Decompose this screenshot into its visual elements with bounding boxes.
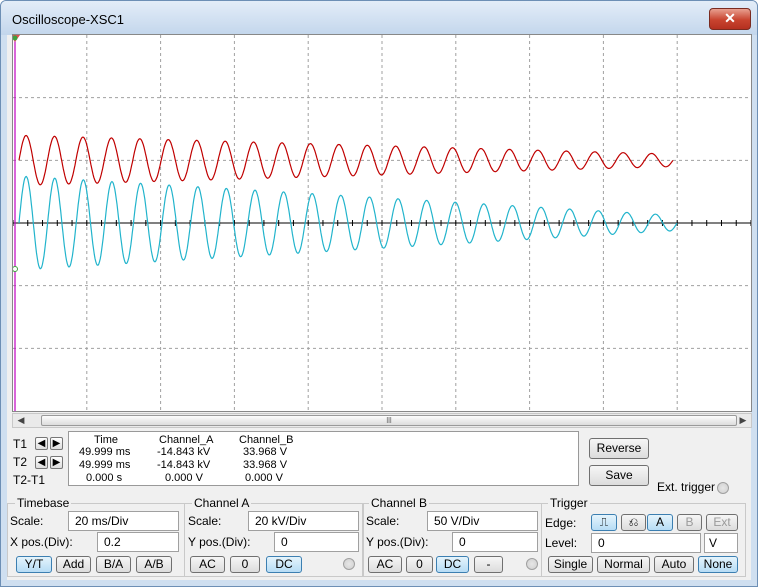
trigger-edge-label: Edge: <box>545 516 577 530</box>
readout-t2-channel-a: -14.843 kV <box>157 459 211 471</box>
channel-a-ypos-label: Y pos.(Div): <box>188 535 251 549</box>
channel-b-trigger-marker <box>13 266 18 272</box>
channel-b-indicator[interactable] <box>526 558 538 570</box>
measurement-readout: Time Channel_A Channel_B 49.999 ms -14.8… <box>68 431 579 486</box>
readout-t1-channel-a: -14.843 kV <box>157 446 211 458</box>
channel-b-ac-button[interactable]: AC <box>368 556 402 573</box>
channel-b-ypos-field[interactable]: 0 <box>452 532 538 552</box>
readout-diff-channel-a: 0.000 V <box>165 472 203 484</box>
timebase-xpos-field[interactable]: 0.2 <box>97 532 179 552</box>
channel-b-title: Channel B <box>369 496 430 510</box>
scroll-thumb[interactable]: lll <box>41 415 737 426</box>
window-title: Oscilloscope-XSC1 <box>12 12 124 27</box>
timebase-xpos-label: X pos.(Div): <box>10 535 73 549</box>
ext-trigger-label: Ext. trigger <box>657 480 716 494</box>
close-button[interactable]: ✕ <box>709 8 751 30</box>
cursor-t2-label: T2 <box>13 455 28 469</box>
channel-a-scale-field[interactable]: 20 kV/Div <box>248 511 359 531</box>
readout-t1-time: 49.999 ms <box>79 446 131 458</box>
scroll-right-arrow[interactable]: ▶ <box>736 414 750 427</box>
trigger-normal-button[interactable]: Normal <box>597 556 650 573</box>
timebase-scale-label: Scale: <box>10 514 44 528</box>
trigger-none-button[interactable]: None <box>698 556 738 573</box>
trigger-level-label: Level: <box>545 536 578 550</box>
readout-header-channel-a: Channel_A <box>159 434 214 446</box>
cursor-t2-left-button[interactable]: ◀ <box>35 456 48 469</box>
trigger-level-field[interactable]: 0 <box>591 533 701 553</box>
channel-a-ac-button[interactable]: AC <box>190 556 225 573</box>
readout-header-time: Time <box>94 434 119 446</box>
cursor-t1-label: T1 <box>13 437 28 451</box>
channel-b-ypos-label: Y pos.(Div): <box>366 535 429 549</box>
trigger-source-a-button[interactable]: A <box>647 514 673 531</box>
trigger-single-button[interactable]: Single <box>548 556 593 573</box>
timebase-title: Timebase <box>15 496 72 510</box>
channel-a-title: Channel A <box>192 496 252 510</box>
trigger-auto-button[interactable]: Auto <box>654 556 694 573</box>
cursor-t1-left-button[interactable]: ◀ <box>35 437 48 450</box>
save-button[interactable]: Save <box>589 465 649 486</box>
readout-header-channel-b: Channel_B <box>239 434 294 446</box>
channel-b-scale-label: Scale: <box>366 514 400 528</box>
trigger-title: Trigger <box>548 496 590 510</box>
mode-ab-button[interactable]: A/B <box>136 556 172 573</box>
trigger-rising-edge-button[interactable]: ⎍ <box>591 514 617 531</box>
mode-yt-button[interactable]: Y/T <box>16 556 52 573</box>
scroll-left-arrow[interactable]: ◀ <box>14 414 28 427</box>
channel-a-indicator[interactable] <box>343 558 355 570</box>
channel-b-dc-button[interactable]: DC <box>436 556 469 573</box>
readout-t1-channel-b: 33.968 V <box>243 446 288 458</box>
channel-a-dc-button[interactable]: DC <box>266 556 302 573</box>
timebase-scale-field[interactable]: 20 ms/Div <box>68 511 179 531</box>
channel-b-zero-button[interactable]: 0 <box>406 556 433 573</box>
trigger-source-b-button[interactable]: B <box>677 514 702 531</box>
mode-add-button[interactable]: Add <box>56 556 91 573</box>
channel-a-ypos-field[interactable]: 0 <box>274 532 359 552</box>
title-bar[interactable]: Oscilloscope-XSC1 ✕ <box>1 1 757 35</box>
readout-t2-channel-b: 33.968 V <box>243 459 288 471</box>
reverse-button[interactable]: Reverse <box>589 438 649 459</box>
horizontal-scrollbar[interactable]: ◀ lll ▶ <box>12 413 752 428</box>
channel-a-scale-label: Scale: <box>188 514 222 528</box>
ext-trigger-indicator[interactable] <box>717 482 729 494</box>
waveform-plot <box>13 35 751 411</box>
cursor-diff-label: T2-T1 <box>13 473 46 487</box>
trigger-level-unit[interactable]: V <box>704 533 738 553</box>
channel-b-scale-field[interactable]: 50 V/Div <box>427 511 538 531</box>
readout-diff-time: 0.000 s <box>86 472 123 484</box>
trigger-falling-edge-button[interactable]: ⎌ <box>621 514 646 531</box>
channel-a-zero-button[interactable]: 0 <box>230 556 260 573</box>
readout-diff-channel-b: 0.000 V <box>245 472 283 484</box>
channel-b-invert-button[interactable]: - <box>474 556 503 573</box>
readout-t2-time: 49.999 ms <box>79 459 131 471</box>
cursor-t2-right-button[interactable]: ▶ <box>50 456 63 469</box>
cursor-t1-right-button[interactable]: ▶ <box>50 437 63 450</box>
trigger-source-ext-button[interactable]: Ext <box>706 514 738 531</box>
scope-display[interactable] <box>12 34 752 412</box>
mode-ba-button[interactable]: B/A <box>96 556 131 573</box>
